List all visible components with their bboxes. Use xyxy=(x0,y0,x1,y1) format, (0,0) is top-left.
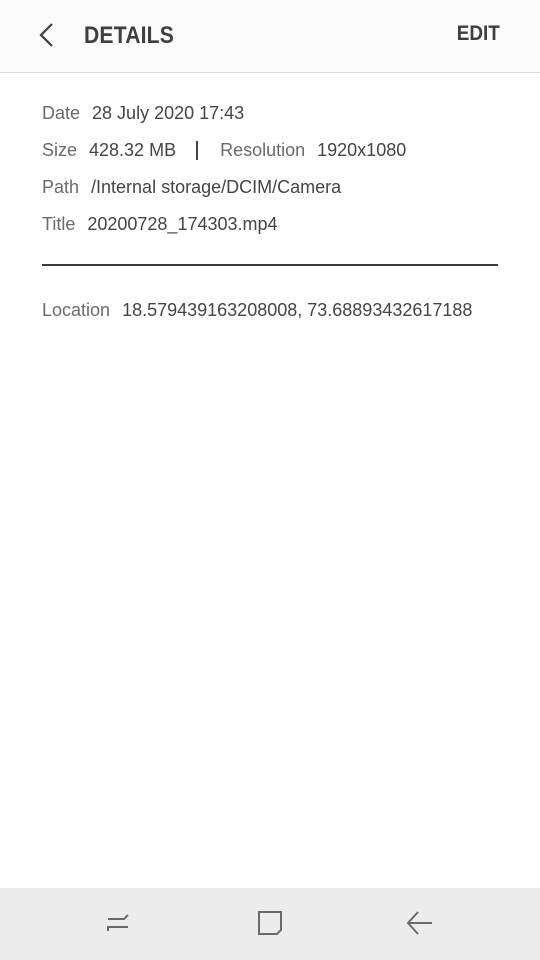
home-icon xyxy=(256,909,284,942)
size-value: 428.32 MB xyxy=(89,140,177,160)
title-label: Title xyxy=(42,214,76,234)
resolution-value: 1920x1080 xyxy=(317,140,407,160)
path-label: Path xyxy=(42,177,80,197)
back-button[interactable] xyxy=(30,20,62,54)
title-row: Title 20200728_174303.mp4 xyxy=(42,206,498,243)
chevron-left-icon xyxy=(37,21,55,54)
recents-icon xyxy=(104,909,132,942)
page-title: DETAILS xyxy=(84,22,175,49)
system-nav-bar xyxy=(0,888,540,960)
location-row[interactable]: Location 18.579439163208008, 73.68893432… xyxy=(42,292,472,329)
app-bar: DETAILS EDIT xyxy=(0,0,540,73)
date-row: Date 28 July 2020 17:43 xyxy=(42,95,498,132)
recents-button[interactable] xyxy=(98,910,138,940)
separator xyxy=(196,141,199,160)
date-value: 28 July 2020 17:43 xyxy=(92,103,245,123)
size-row: Size 428.32 MB Resolution 1920x1080 xyxy=(42,132,498,169)
location-label: Location xyxy=(42,300,111,320)
divider xyxy=(42,264,498,266)
title-value: 20200728_174303.mp4 xyxy=(87,214,278,234)
edit-button[interactable]: EDIT xyxy=(457,22,500,46)
path-row: Path /Internal storage/DCIM/Camera xyxy=(42,169,498,206)
path-value: /Internal storage/DCIM/Camera xyxy=(91,177,342,197)
location-value: 18.579439163208008, 73.68893432617188 xyxy=(122,300,473,320)
arrow-left-icon xyxy=(406,909,434,942)
size-label: Size xyxy=(42,140,78,160)
date-label: Date xyxy=(42,103,81,123)
nav-back-button[interactable] xyxy=(400,910,440,940)
home-button[interactable] xyxy=(250,910,290,940)
details-list: Date 28 July 2020 17:43 Size 428.32 MB R… xyxy=(42,95,498,243)
resolution-label: Resolution xyxy=(220,140,306,160)
